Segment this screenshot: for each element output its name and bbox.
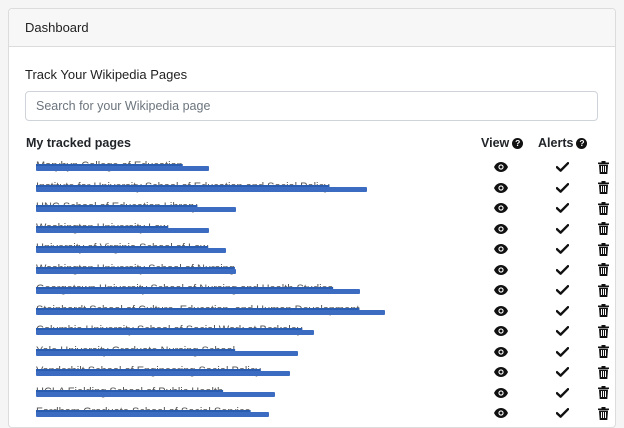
view-column-label: View bbox=[481, 136, 509, 150]
list-title: My tracked pages bbox=[26, 136, 131, 150]
eye-icon[interactable] bbox=[492, 385, 510, 401]
tracked-page-link[interactable]: Yale University Graduate Nursing School bbox=[36, 345, 298, 359]
trash-icon[interactable] bbox=[594, 282, 612, 298]
redaction-bar bbox=[36, 289, 360, 294]
redaction-bar bbox=[36, 207, 236, 212]
alerts-column-header: Alerts ? bbox=[538, 136, 587, 150]
list-item: Steinhardt School of Culture, Education,… bbox=[9, 302, 616, 322]
tracked-page-link[interactable]: University of Virginia School of Law bbox=[36, 242, 226, 256]
list-item: University of Virginia School of Law bbox=[9, 240, 616, 260]
eye-icon[interactable] bbox=[492, 323, 510, 339]
check-icon[interactable] bbox=[553, 344, 571, 360]
eye-icon[interactable] bbox=[492, 303, 510, 319]
list-item: Maryhyn College of Education bbox=[9, 158, 616, 178]
tracked-page-link[interactable]: Washington University School of Nursing bbox=[36, 263, 236, 277]
check-icon[interactable] bbox=[553, 180, 571, 196]
tracked-page-link[interactable]: Fordham Graduate School of Social Servic… bbox=[36, 406, 269, 420]
check-icon[interactable] bbox=[553, 385, 571, 401]
eye-icon[interactable] bbox=[492, 364, 510, 380]
check-icon[interactable] bbox=[553, 282, 571, 298]
eye-icon[interactable] bbox=[492, 200, 510, 216]
check-icon[interactable] bbox=[553, 303, 571, 319]
tracked-page-link[interactable]: Washington University Law bbox=[36, 222, 209, 236]
tracked-page-link[interactable]: Institute for University School of Educa… bbox=[36, 181, 367, 195]
check-icon[interactable] bbox=[553, 323, 571, 339]
redaction-bar bbox=[36, 310, 385, 315]
redaction-bar bbox=[36, 269, 236, 274]
trash-icon[interactable] bbox=[594, 180, 612, 196]
redaction-bar bbox=[36, 371, 290, 376]
list-item: Washington University School of Nursing bbox=[9, 261, 616, 281]
trash-icon[interactable] bbox=[594, 344, 612, 360]
check-icon[interactable] bbox=[553, 159, 571, 175]
trash-icon[interactable] bbox=[594, 221, 612, 237]
dashboard-card: Dashboard Track Your Wikipedia Pages My … bbox=[8, 8, 616, 428]
tracked-page-link[interactable]: UCLA Fielding School of Public Health bbox=[36, 386, 275, 400]
eye-icon[interactable] bbox=[492, 241, 510, 257]
list-item: Fordham Graduate School of Social Servic… bbox=[9, 404, 616, 424]
question-circle-icon[interactable]: ? bbox=[512, 138, 523, 149]
trash-icon[interactable] bbox=[594, 241, 612, 257]
trash-icon[interactable] bbox=[594, 159, 612, 175]
view-column-header: View ? bbox=[481, 136, 523, 150]
list-item: Yale University Graduate Nursing School bbox=[9, 343, 616, 363]
eye-icon[interactable] bbox=[492, 159, 510, 175]
eye-icon[interactable] bbox=[492, 262, 510, 278]
question-circle-icon[interactable]: ? bbox=[576, 138, 587, 149]
trash-icon[interactable] bbox=[594, 200, 612, 216]
tracked-page-link[interactable]: UNC School of Education Library bbox=[36, 201, 236, 215]
redaction-bar bbox=[36, 392, 275, 397]
check-icon[interactable] bbox=[553, 364, 571, 380]
check-icon[interactable] bbox=[553, 221, 571, 237]
tracked-page-link[interactable]: Maryhyn College of Education bbox=[36, 160, 209, 174]
trash-icon[interactable] bbox=[594, 262, 612, 278]
trash-icon[interactable] bbox=[594, 385, 612, 401]
tracked-page-link[interactable]: Columbia University School of Social Wor… bbox=[36, 324, 314, 338]
redaction-bar bbox=[36, 166, 209, 171]
list-item: Vanderbilt School of Engineering Social … bbox=[9, 363, 616, 383]
list-header: My tracked pages View ? Alerts ? bbox=[9, 136, 615, 154]
list-item: Institute for University School of Educa… bbox=[9, 179, 616, 199]
check-icon[interactable] bbox=[553, 200, 571, 216]
check-icon[interactable] bbox=[553, 262, 571, 278]
tracked-page-link[interactable]: Vanderbilt School of Engineering Social … bbox=[36, 365, 290, 379]
redaction-bar bbox=[36, 187, 367, 192]
section-title: Track Your Wikipedia Pages bbox=[25, 67, 187, 82]
redaction-bar bbox=[36, 248, 226, 253]
list-item: Columbia University School of Social Wor… bbox=[9, 322, 616, 342]
alerts-column-label: Alerts bbox=[538, 136, 573, 150]
redaction-bar bbox=[36, 228, 209, 233]
redaction-bar bbox=[36, 412, 269, 417]
redaction-bar bbox=[36, 330, 314, 335]
card-header-title: Dashboard bbox=[25, 20, 89, 35]
eye-icon[interactable] bbox=[492, 180, 510, 196]
redaction-bar bbox=[36, 351, 298, 356]
eye-icon[interactable] bbox=[492, 344, 510, 360]
list-item: Tracked page bbox=[9, 425, 616, 428]
list-item: Washington University Law bbox=[9, 220, 616, 240]
trash-icon[interactable] bbox=[594, 323, 612, 339]
eye-icon[interactable] bbox=[492, 282, 510, 298]
trash-icon[interactable] bbox=[594, 303, 612, 319]
tracked-page-link[interactable]: Georgetown University School of Nursing … bbox=[36, 283, 360, 297]
list-item: UNC School of Education Library bbox=[9, 199, 616, 219]
trash-icon[interactable] bbox=[594, 364, 612, 380]
card-header: Dashboard bbox=[9, 9, 615, 47]
list-item: Georgetown University School of Nursing … bbox=[9, 281, 616, 301]
list-item: UCLA Fielding School of Public Health bbox=[9, 384, 616, 404]
eye-icon[interactable] bbox=[492, 221, 510, 237]
check-icon[interactable] bbox=[553, 241, 571, 257]
tracked-page-link[interactable]: Steinhardt School of Culture, Education,… bbox=[36, 304, 385, 318]
search-input[interactable] bbox=[25, 91, 598, 121]
